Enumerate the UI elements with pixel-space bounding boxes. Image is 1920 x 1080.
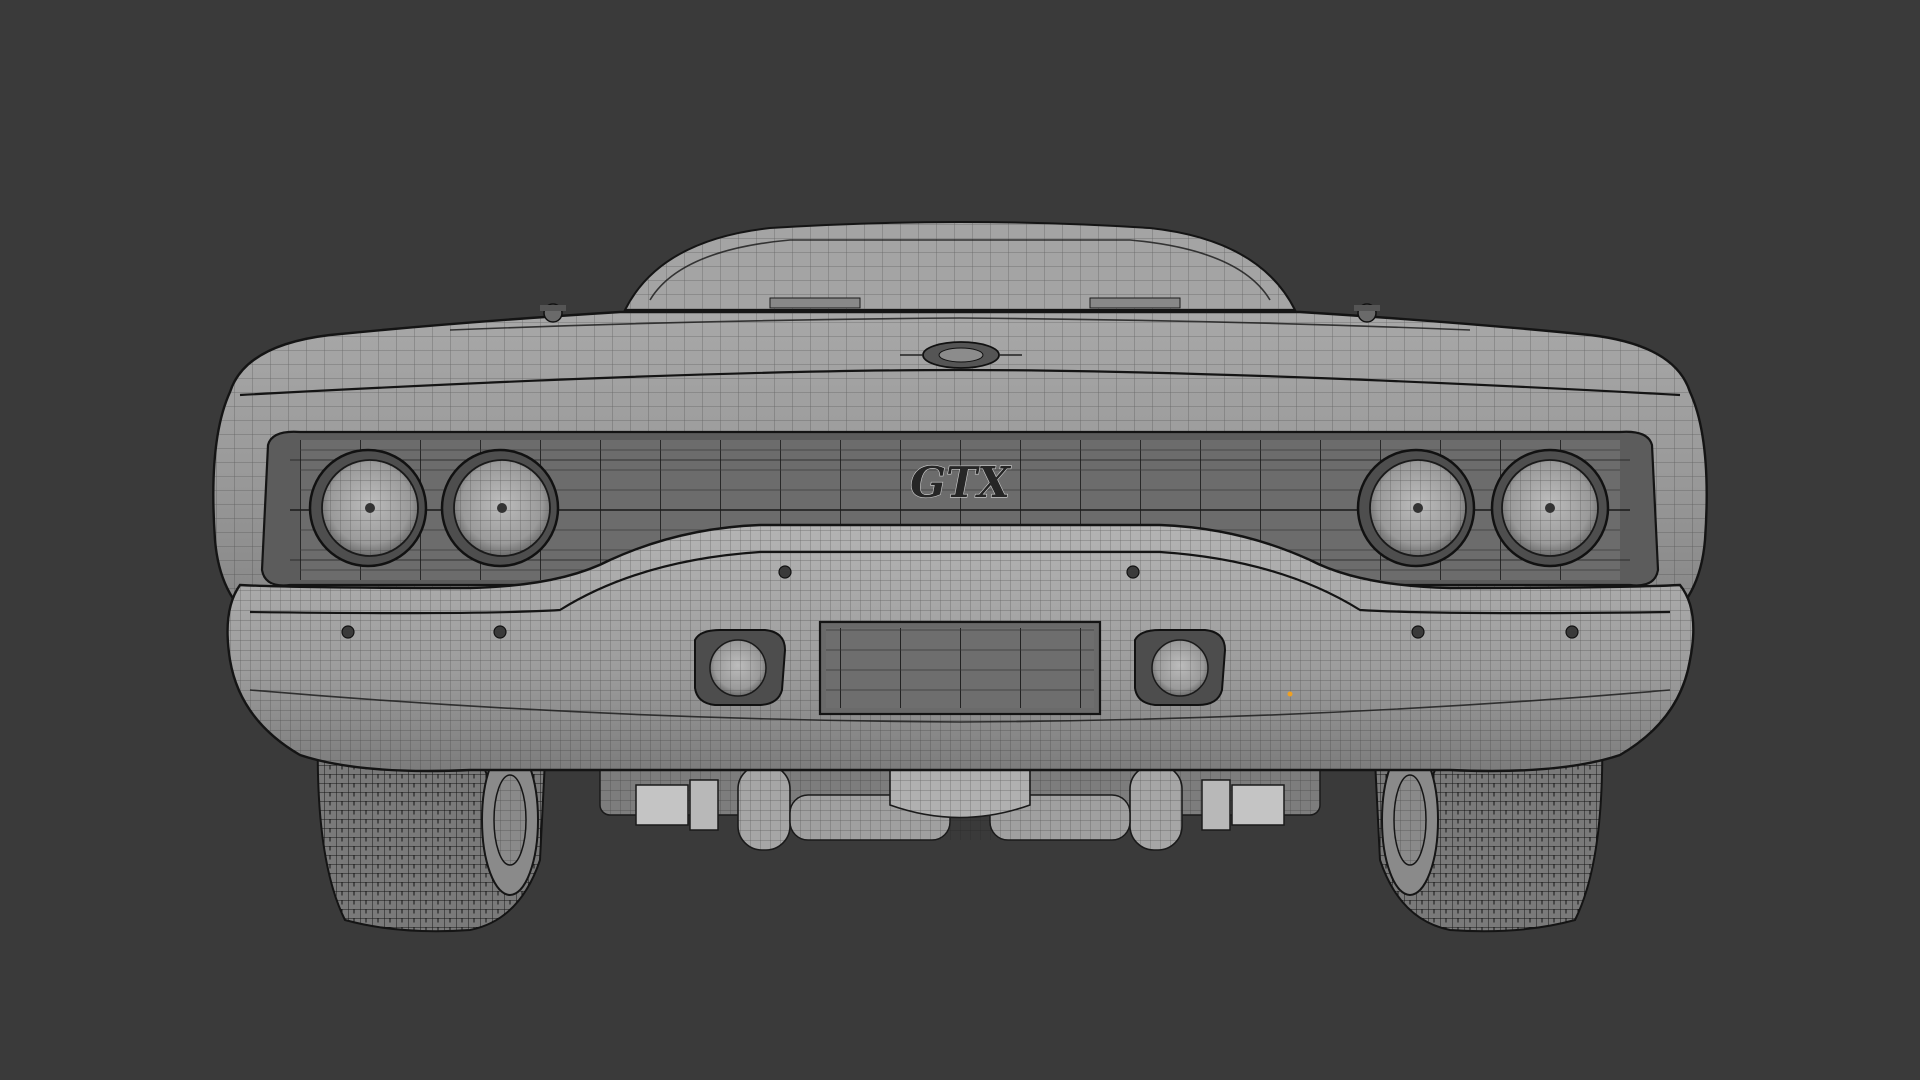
headlight-left-inner xyxy=(440,448,560,568)
car-wireframe-model: GTX xyxy=(212,221,1708,933)
selected-vertex[interactable] xyxy=(1287,691,1293,697)
headlight-right-inner xyxy=(1356,448,1476,568)
tow-bracket-right xyxy=(1201,779,1285,831)
headlight-right-outer xyxy=(1490,448,1610,568)
grille-badge: GTX xyxy=(910,458,1011,507)
headlight-left-outer xyxy=(308,448,428,568)
fog-lamp-left xyxy=(694,629,787,706)
roof-windshield xyxy=(623,221,1297,311)
lower-grille xyxy=(818,620,1102,716)
fog-lamp-right xyxy=(1134,629,1227,706)
3d-viewport[interactable]: GTX xyxy=(0,0,1920,1080)
tow-bracket-left xyxy=(635,779,719,831)
